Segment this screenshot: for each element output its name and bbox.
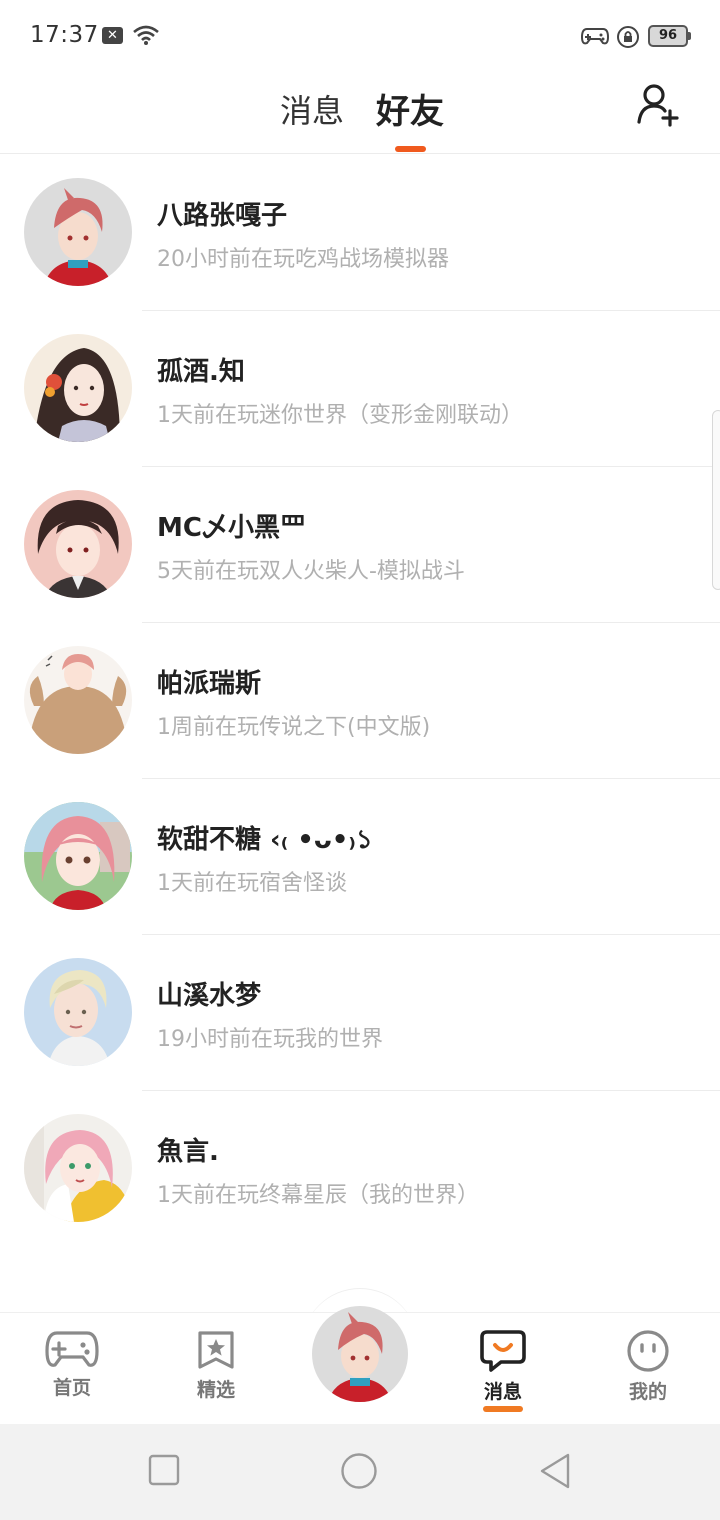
status-time: 17:37 bbox=[30, 22, 99, 48]
avatar bbox=[24, 646, 132, 754]
face-icon bbox=[627, 1330, 669, 1372]
friend-activity: 20小时前在玩吃鸡战场模拟器 bbox=[157, 247, 449, 272]
friend-name: 帕派瑞斯 bbox=[157, 669, 262, 699]
friend-row[interactable]: 八路张嘎子 20小时前在玩吃鸡战场模拟器 bbox=[0, 155, 720, 311]
friend-activity: 5天前在玩双人火柴人-模拟战斗 bbox=[157, 559, 465, 584]
home-icon[interactable] bbox=[340, 1452, 378, 1490]
nav-featured[interactable]: 精选 bbox=[171, 1329, 261, 1409]
nav-home[interactable]: 首页 bbox=[27, 1329, 117, 1409]
scroll-handle[interactable] bbox=[712, 410, 720, 590]
friend-name: 山溪水梦 bbox=[157, 981, 262, 1011]
friend-row[interactable]: 软甜不糖 ‹₍ •ᴗ•₎১ 1天前在玩宿舍怪谈 bbox=[0, 779, 720, 935]
nav-home-label: 首页 bbox=[52, 1377, 91, 1399]
nav-messages-label: 消息 bbox=[483, 1381, 522, 1403]
gamepad-icon bbox=[45, 1331, 99, 1367]
friend-row[interactable]: MC乄小黑罒 5天前在玩双人火柴人-模拟战斗 bbox=[0, 467, 720, 623]
friend-activity: 1天前在玩宿舍怪谈 bbox=[157, 871, 347, 896]
nav-mine-label: 我的 bbox=[628, 1381, 667, 1403]
avatar bbox=[24, 802, 132, 910]
battery-indicator: 96 bbox=[648, 25, 691, 47]
wifi-icon bbox=[133, 25, 159, 45]
add-friend-icon[interactable] bbox=[636, 82, 682, 128]
friend-name: 孤酒.知 bbox=[157, 357, 245, 387]
x-box-icon: ✕ bbox=[102, 27, 123, 44]
friend-name: 软甜不糖 ‹₍ •ᴗ•₎১ bbox=[157, 825, 373, 855]
friend-activity: 1周前在玩传说之下(中文版) bbox=[157, 715, 431, 740]
recent-apps-icon[interactable] bbox=[148, 1454, 180, 1486]
friend-name: MC乄小黑罒 bbox=[157, 513, 306, 543]
friend-row[interactable]: 山溪水梦 19小时前在玩我的世界 bbox=[0, 935, 720, 1091]
rotation-lock-icon bbox=[617, 26, 639, 48]
avatar bbox=[24, 490, 132, 598]
friend-activity: 19小时前在玩我的世界 bbox=[157, 1027, 383, 1052]
system-nav-bar bbox=[0, 1424, 720, 1520]
chat-bubble-icon bbox=[480, 1330, 526, 1372]
friend-row[interactable]: 魚言. 1天前在玩终幕星辰（我的世界） bbox=[0, 1091, 720, 1247]
friend-name: 魚言. bbox=[157, 1137, 219, 1167]
tab-messages[interactable]: 消息 bbox=[280, 86, 344, 132]
avatar bbox=[24, 178, 132, 286]
back-icon[interactable] bbox=[538, 1452, 572, 1490]
avatar bbox=[24, 958, 132, 1066]
friend-activity: 1天前在玩终幕星辰（我的世界） bbox=[157, 1183, 479, 1208]
tab-friends[interactable]: 好友 bbox=[376, 84, 444, 133]
nav-active-indicator bbox=[483, 1406, 523, 1412]
nav-messages[interactable]: 消息 bbox=[458, 1329, 548, 1412]
friend-name: 八路张嘎子 bbox=[157, 201, 288, 231]
active-tab-indicator bbox=[395, 146, 426, 152]
profile-avatar-button[interactable] bbox=[312, 1306, 408, 1402]
avatar bbox=[24, 334, 132, 442]
friend-row[interactable]: 孤酒.知 1天前在玩迷你世界（变形金刚联动） bbox=[0, 311, 720, 467]
status-bar: 17:37 ✕ 96 bbox=[0, 0, 720, 72]
friend-list: 八路张嘎子 20小时前在玩吃鸡战场模拟器 孤酒.知 1天前在玩迷你世界（变形金刚… bbox=[0, 155, 720, 1247]
friend-activity: 1天前在玩迷你世界（变形金刚联动） bbox=[157, 403, 523, 428]
avatar bbox=[24, 1114, 132, 1222]
gamepad-icon bbox=[581, 28, 609, 45]
friend-row[interactable]: 帕派瑞斯 1周前在玩传说之下(中文版) bbox=[0, 623, 720, 779]
top-tab-bar: 消息 好友 bbox=[0, 72, 720, 154]
nav-mine[interactable]: 我的 bbox=[603, 1329, 693, 1409]
nav-featured-label: 精选 bbox=[196, 1379, 235, 1401]
star-bookmark-icon bbox=[198, 1331, 234, 1369]
